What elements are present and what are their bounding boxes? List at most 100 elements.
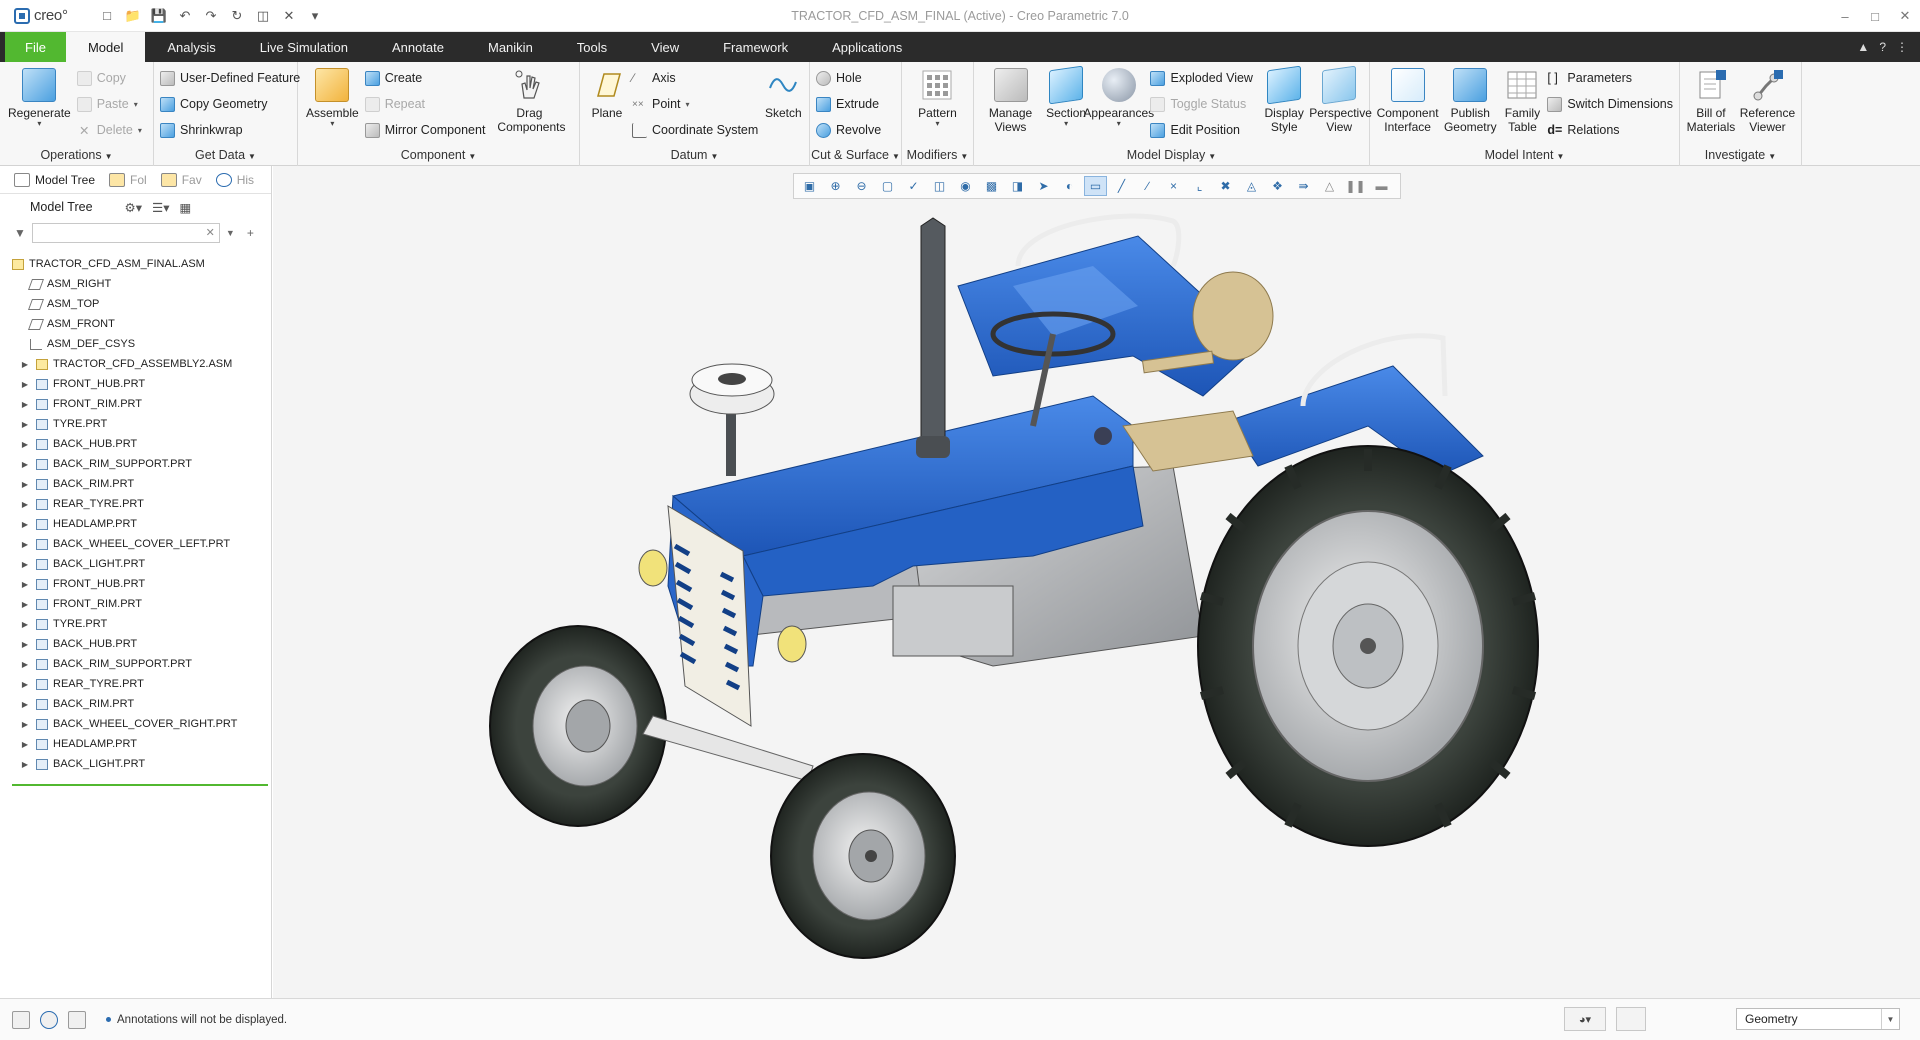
copy-geometry-button[interactable]: Copy Geometry: [160, 94, 300, 114]
tab-annotate[interactable]: Annotate: [370, 32, 466, 62]
selection-filter-select[interactable]: Geometry ▼: [1736, 1008, 1900, 1030]
udf-button[interactable]: User-Defined Feature: [160, 68, 300, 88]
tree-filters-icon[interactable]: ▦: [180, 200, 192, 215]
tree-node[interactable]: ▶ TYRE.PRT: [0, 414, 272, 434]
expand-arrow-icon[interactable]: ▶: [20, 580, 30, 589]
family-table-button[interactable]: Family Table: [1499, 64, 1545, 136]
publish-geometry-button[interactable]: Publish Geometry: [1441, 64, 1499, 136]
browser-icon[interactable]: [40, 1010, 58, 1029]
find-icon[interactable]: ◕▾: [1564, 1007, 1606, 1031]
tab-manikin[interactable]: Manikin: [466, 32, 555, 62]
close-icon[interactable]: ✕: [1890, 0, 1920, 32]
expand-arrow-icon[interactable]: ▶: [20, 740, 30, 749]
expand-arrow-icon[interactable]: ▶: [20, 480, 30, 489]
expand-arrow-icon[interactable]: ▶: [20, 600, 30, 609]
add-column-icon[interactable]: +: [247, 226, 254, 240]
tree-node[interactable]: ▶ REAR_TYRE.PRT: [0, 674, 272, 694]
customize-qat-icon[interactable]: ▾: [304, 5, 326, 27]
group-label-operations[interactable]: Operations ▼: [0, 148, 153, 162]
regenerate-button[interactable]: Regenerate ▾: [4, 64, 75, 130]
tree-node[interactable]: ▶ REAR_TYRE.PRT: [0, 494, 272, 514]
expand-arrow-icon[interactable]: ▶: [20, 360, 30, 369]
open-folder-icon[interactable]: 📁: [122, 5, 144, 27]
tree-node[interactable]: ▶ BACK_RIM.PRT: [0, 474, 272, 494]
axis-button[interactable]: ∕ Axis: [632, 68, 758, 88]
tree-node[interactable]: ▶ FRONT_RIM.PRT: [0, 394, 272, 414]
tree-node[interactable]: ▶ FRONT_HUB.PRT: [0, 374, 272, 394]
tree-node[interactable]: ▶ BACK_HUB.PRT: [0, 434, 272, 454]
tree-node[interactable]: ASM_RIGHT: [0, 274, 272, 294]
exploded-view-button[interactable]: Exploded View: [1150, 68, 1253, 88]
tab-live-simulation[interactable]: Live Simulation: [238, 32, 370, 62]
tree-node[interactable]: ▶ FRONT_RIM.PRT: [0, 594, 272, 614]
tree-node[interactable]: ▶ BACK_WHEEL_COVER_RIGHT.PRT: [0, 714, 272, 734]
tab-favorites[interactable]: Fav: [155, 168, 208, 192]
group-label-cut-surface[interactable]: Cut & Surface ▼: [810, 148, 901, 162]
tree-insert-indicator[interactable]: [12, 784, 268, 786]
create-component-button[interactable]: Create: [364, 68, 486, 88]
tab-file[interactable]: File: [5, 32, 66, 62]
expand-arrow-icon[interactable]: ▶: [20, 460, 30, 469]
tree-node[interactable]: ▶ TYRE.PRT: [0, 614, 272, 634]
pattern-button[interactable]: Pattern ▾: [914, 64, 961, 130]
expand-arrow-icon[interactable]: ▶: [20, 520, 30, 529]
tab-folder-browser[interactable]: Fol: [103, 168, 153, 192]
tab-model[interactable]: Model: [65, 32, 146, 62]
paste-button[interactable]: Paste ▾: [76, 94, 142, 114]
switch-dimensions-button[interactable]: Switch Dimensions: [1547, 94, 1673, 114]
sketch-button[interactable]: Sketch: [760, 64, 806, 122]
tree-node[interactable]: ▶ BACK_RIM.PRT: [0, 694, 272, 714]
minimize-icon[interactable]: –: [1830, 0, 1860, 32]
appearances-button[interactable]: Appearances ▾: [1083, 64, 1154, 130]
tree-node[interactable]: ASM_FRONT: [0, 314, 272, 334]
bill-of-materials-button[interactable]: Bill of Materials: [1684, 64, 1738, 136]
expand-arrow-icon[interactable]: ▶: [20, 700, 30, 709]
group-label-get-data[interactable]: Get Data ▼: [154, 148, 297, 162]
group-label-modifiers[interactable]: Modifiers ▼: [902, 148, 973, 162]
drag-components-button[interactable]: Drag Components: [493, 64, 565, 136]
display-style-button[interactable]: Display Style: [1255, 64, 1313, 136]
group-label-investigate[interactable]: Investigate ▼: [1680, 148, 1801, 162]
maximize-icon[interactable]: □: [1860, 0, 1890, 32]
section-button[interactable]: Section ▾: [1043, 64, 1089, 130]
close-window-icon[interactable]: ✕: [278, 5, 300, 27]
edit-position-button[interactable]: Edit Position: [1150, 120, 1252, 140]
hole-button[interactable]: Hole: [816, 68, 881, 88]
tractor-model[interactable]: [273, 166, 1920, 998]
copy-button[interactable]: Copy: [76, 68, 142, 88]
repeat-button[interactable]: Repeat: [364, 94, 486, 114]
tab-applications[interactable]: Applications: [810, 32, 924, 62]
parameters-button[interactable]: [ ] Parameters: [1547, 68, 1673, 88]
expand-arrow-icon[interactable]: ▶: [20, 720, 30, 729]
expand-arrow-icon[interactable]: ▶: [20, 620, 30, 629]
group-label-component[interactable]: Component ▼: [298, 148, 579, 162]
tree-node[interactable]: ▶ BACK_RIM_SUPPORT.PRT: [0, 654, 272, 674]
regenerate-icon[interactable]: ↻: [226, 5, 248, 27]
tree-node[interactable]: ▶ BACK_HUB.PRT: [0, 634, 272, 654]
tab-tools[interactable]: Tools: [555, 32, 629, 62]
tab-view[interactable]: View: [629, 32, 701, 62]
assemble-button[interactable]: Assemble ▾: [302, 64, 363, 130]
group-label-model-display[interactable]: Model Display ▼: [974, 148, 1369, 162]
full-screen-icon[interactable]: [68, 1010, 86, 1029]
expand-arrow-icon[interactable]: ▶: [20, 420, 30, 429]
expand-arrow-icon[interactable]: ▶: [20, 760, 30, 769]
more-icon[interactable]: ⋮: [1896, 40, 1908, 54]
delete-button[interactable]: ✕ Delete ▾: [77, 120, 142, 140]
expand-arrow-icon[interactable]: ▶: [20, 660, 30, 669]
tree-node[interactable]: ▶ FRONT_HUB.PRT: [0, 574, 272, 594]
expand-arrow-icon[interactable]: ▶: [20, 680, 30, 689]
tab-framework[interactable]: Framework: [701, 32, 810, 62]
collapse-ribbon-icon[interactable]: ▲: [1857, 40, 1869, 54]
tree-root-node[interactable]: TRACTOR_CFD_ASM_FINAL.ASM: [0, 254, 272, 274]
coordinate-system-button[interactable]: Coordinate System: [632, 120, 758, 140]
manage-views-button[interactable]: Manage Views: [978, 64, 1043, 136]
tab-analysis[interactable]: Analysis: [145, 32, 237, 62]
clear-search-icon[interactable]: ✕: [206, 226, 215, 239]
redo-icon[interactable]: ↷: [200, 5, 222, 27]
tab-history[interactable]: His: [210, 168, 260, 192]
show-navigator-icon[interactable]: [12, 1010, 30, 1029]
group-label-model-intent[interactable]: Model Intent ▼: [1370, 148, 1679, 162]
save-icon[interactable]: 💾: [148, 5, 170, 27]
plane-button[interactable]: Plane: [584, 64, 630, 122]
